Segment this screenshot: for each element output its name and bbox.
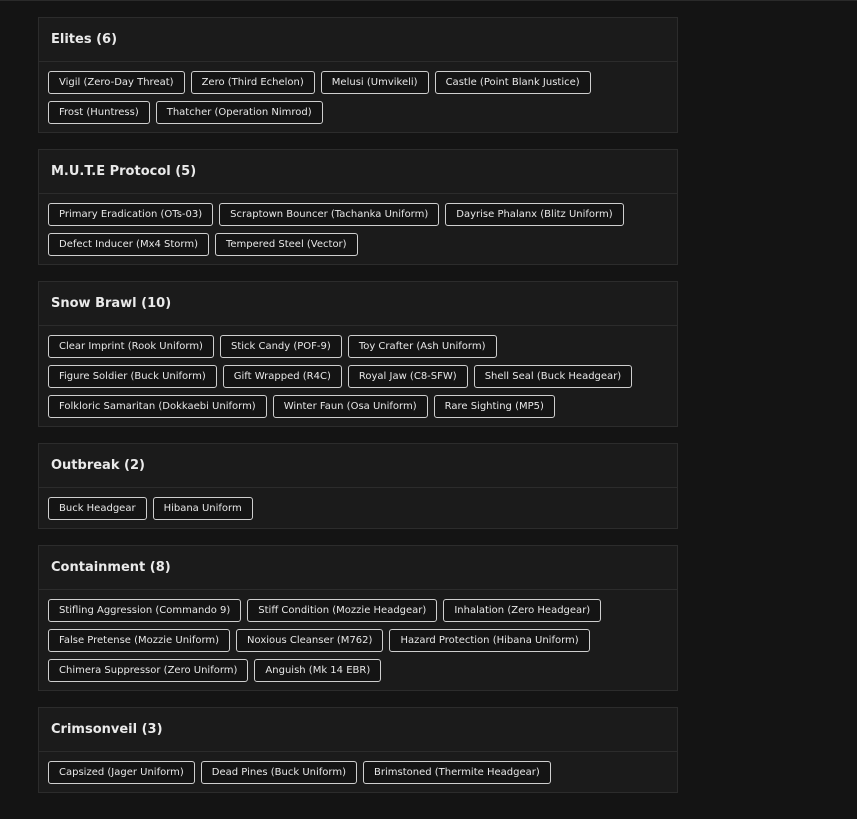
item-chip[interactable]: Rare Sighting (MP5) — [433, 395, 555, 418]
section-title: M.U.T.E Protocol (5) — [39, 150, 677, 194]
item-chip[interactable]: Stifling Aggression (Commando 9) — [48, 599, 242, 622]
item-chip[interactable]: Castle (Point Blank Justice) — [434, 71, 591, 94]
item-chip[interactable]: Dead Pines (Buck Uniform) — [200, 761, 357, 784]
page: Elites (6) Vigil (Zero-Day Threat) Zero … — [0, 0, 857, 819]
collection-section-containment: Containment (8) Stifling Aggression (Com… — [38, 545, 678, 691]
item-chip[interactable]: Buck Headgear — [48, 497, 147, 520]
item-chip[interactable]: Scraptown Bouncer (Tachanka Uniform) — [219, 203, 440, 226]
item-chip[interactable]: Melusi (Umvikeli) — [320, 71, 429, 94]
item-chip[interactable]: Gift Wrapped (R4C) — [222, 365, 342, 388]
item-chip[interactable]: Dayrise Phalanx (Blitz Uniform) — [445, 203, 624, 226]
item-chip[interactable]: Clear Imprint (Rook Uniform) — [48, 335, 214, 358]
collection-section-snow-brawl: Snow Brawl (10) Clear Imprint (Rook Unif… — [38, 281, 678, 427]
item-chip[interactable]: Hazard Protection (Hibana Uniform) — [389, 629, 590, 652]
section-items: Clear Imprint (Rook Uniform) Stick Candy… — [39, 326, 677, 426]
section-items: Vigil (Zero-Day Threat) Zero (Third Eche… — [39, 62, 677, 132]
item-chip[interactable]: Thatcher (Operation Nimrod) — [155, 101, 323, 124]
item-chip[interactable]: Zero (Third Echelon) — [190, 71, 315, 94]
item-chip[interactable]: Stiff Condition (Mozzie Headgear) — [247, 599, 438, 622]
item-chip[interactable]: Vigil (Zero-Day Threat) — [48, 71, 185, 94]
section-title: Snow Brawl (10) — [39, 282, 677, 326]
item-chip[interactable]: Noxious Cleanser (M762) — [236, 629, 384, 652]
item-chip[interactable]: Primary Eradication (OTs-03) — [48, 203, 214, 226]
section-title: Crimsonveil (3) — [39, 708, 677, 752]
collection-section-outbreak: Outbreak (2) Buck Headgear Hibana Unifor… — [38, 443, 678, 529]
item-chip[interactable]: Chimera Suppressor (Zero Uniform) — [48, 659, 249, 682]
item-chip[interactable]: Inhalation (Zero Headgear) — [443, 599, 602, 622]
section-items: Primary Eradication (OTs-03) Scraptown B… — [39, 194, 677, 264]
section-title: Elites (6) — [39, 18, 677, 62]
item-chip[interactable]: Anguish (Mk 14 EBR) — [254, 659, 382, 682]
item-chip[interactable]: Folkloric Samaritan (Dokkaebi Uniform) — [48, 395, 267, 418]
section-items: Stifling Aggression (Commando 9) Stiff C… — [39, 590, 677, 690]
item-chip[interactable]: Brimstoned (Thermite Headgear) — [363, 761, 551, 784]
section-title: Containment (8) — [39, 546, 677, 590]
item-chip[interactable]: Defect Inducer (Mx4 Storm) — [48, 233, 209, 256]
item-chip[interactable]: Hibana Uniform — [152, 497, 253, 520]
section-items: Capsized (Jager Uniform) Dead Pines (Buc… — [39, 752, 677, 792]
collection-section-crimsonveil: Crimsonveil (3) Capsized (Jager Uniform)… — [38, 707, 678, 793]
item-chip[interactable]: Frost (Huntress) — [48, 101, 150, 124]
collection-list: Elites (6) Vigil (Zero-Day Threat) Zero … — [38, 17, 678, 809]
item-chip[interactable]: Royal Jaw (C8-SFW) — [347, 365, 468, 388]
item-chip[interactable]: Shell Seal (Buck Headgear) — [473, 365, 633, 388]
item-chip[interactable]: Capsized (Jager Uniform) — [48, 761, 195, 784]
item-chip[interactable]: Stick Candy (POF-9) — [219, 335, 342, 358]
item-chip[interactable]: Figure Soldier (Buck Uniform) — [48, 365, 217, 388]
item-chip[interactable]: Winter Faun (Osa Uniform) — [272, 395, 428, 418]
section-items: Buck Headgear Hibana Uniform — [39, 488, 677, 528]
collection-section-mute-protocol: M.U.T.E Protocol (5) Primary Eradication… — [38, 149, 678, 265]
collection-section-elites: Elites (6) Vigil (Zero-Day Threat) Zero … — [38, 17, 678, 133]
item-chip[interactable]: Toy Crafter (Ash Uniform) — [347, 335, 497, 358]
item-chip[interactable]: Tempered Steel (Vector) — [215, 233, 358, 256]
item-chip[interactable]: False Pretense (Mozzie Uniform) — [48, 629, 231, 652]
section-title: Outbreak (2) — [39, 444, 677, 488]
